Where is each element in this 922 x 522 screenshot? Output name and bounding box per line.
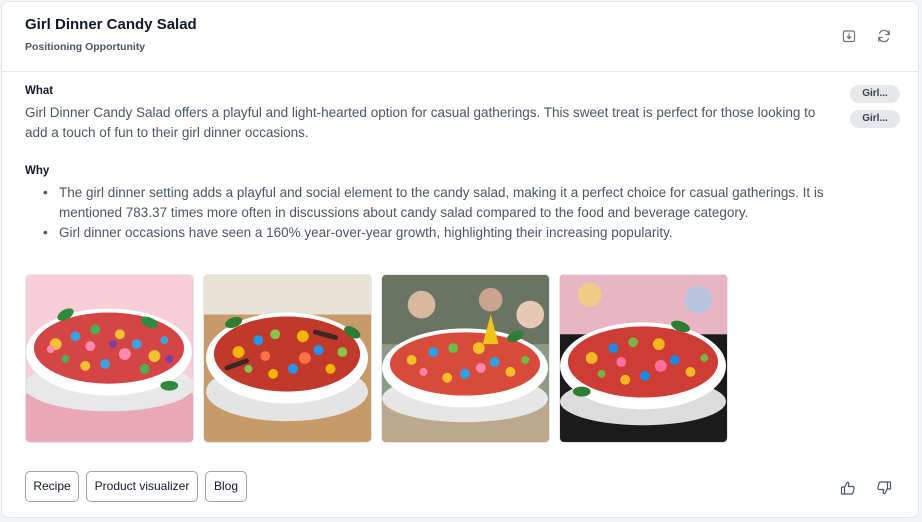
why-list: The girl dinner setting adds a playful a… [25,183,845,243]
candy-salad-image[interactable] [25,274,194,443]
candy-salad-image[interactable] [381,274,550,443]
candy-salad-dark-background-picture [560,275,727,442]
candy-salad-image[interactable] [559,274,728,443]
recipe-button[interactable]: Recipe [25,471,79,502]
thumbs-up-icon[interactable] [840,480,856,496]
tag-chip[interactable]: Girl... [850,85,900,103]
card-header: Girl Dinner Candy Salad Positioning Oppo… [2,2,918,72]
what-text: Girl Dinner Candy Salad offers a playful… [25,105,816,140]
card-subtitle: Positioning Opportunity [25,41,146,53]
tag-chip[interactable]: Girl... [850,110,900,128]
thumbs-down-icon[interactable] [876,480,892,496]
why-bullet: The girl dinner setting adds a playful a… [25,183,845,223]
candy-salad-wooden-table-picture [204,275,371,442]
blog-button[interactable]: Blog [205,471,247,502]
export-icon[interactable] [841,28,857,44]
opportunity-card: Girl Dinner Candy Salad Positioning Oppo… [1,1,919,518]
refresh-icon[interactable] [876,28,892,44]
product-visualizer-button[interactable]: Product visualizer [86,471,198,502]
candy-salad-image[interactable] [203,274,372,443]
why-bullet: Girl dinner occasions have seen a 160% y… [25,223,845,243]
why-label: Why [25,165,50,177]
candy-salad-pink-background-picture [26,275,193,442]
card-title: Girl Dinner Candy Salad [25,16,197,33]
what-label: What [25,85,54,97]
candy-salad-party-scene-picture [382,275,549,442]
